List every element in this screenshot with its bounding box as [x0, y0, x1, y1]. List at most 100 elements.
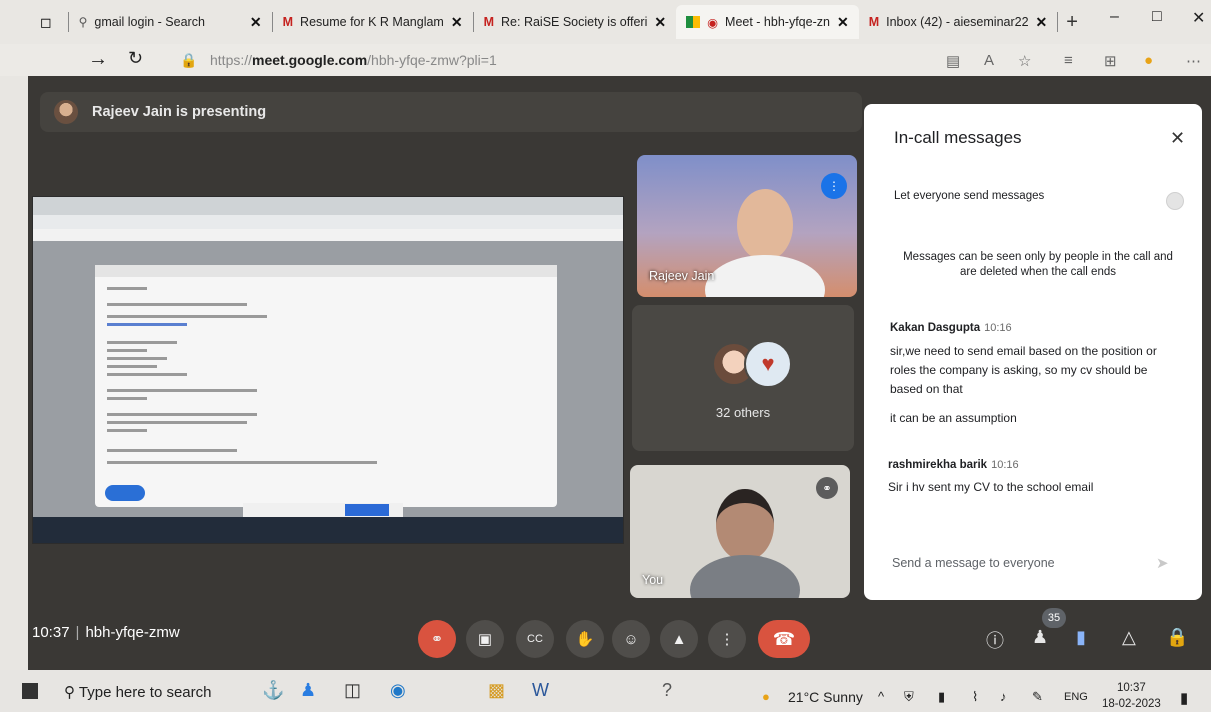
word-icon[interactable]: W	[532, 680, 549, 701]
recording-icon: ◉	[707, 15, 719, 30]
network-icon[interactable]: ⌇	[972, 689, 978, 705]
info-icon[interactable]: ⓘ	[986, 627, 1004, 653]
reload-icon[interactable]: ↻	[128, 48, 143, 69]
chat-message-input[interactable]: Send a message to everyone	[892, 556, 1055, 570]
read-aloud-icon[interactable]: A	[984, 52, 994, 69]
file-explorer-icon[interactable]: ▩	[488, 680, 505, 701]
compose-header	[95, 265, 557, 277]
tab-meet[interactable]: ◉ Meet - hbh-yfqe-zn ✕	[676, 5, 859, 39]
captions-button[interactable]: CC	[516, 620, 554, 658]
mic-off-button[interactable]: ⚭	[418, 620, 456, 658]
tab-raise[interactable]: M Re: RaiSE Society is offeri ✕	[474, 5, 677, 39]
compose-line	[107, 397, 147, 400]
people-icon[interactable]: ♟	[1032, 627, 1048, 648]
shared-browser-tabs	[33, 197, 623, 215]
taskbar-search[interactable]: ⚲ Type here to search	[64, 683, 211, 701]
volume-icon[interactable]: ♪	[1000, 689, 1007, 704]
collections-icon[interactable]: ⊞	[1104, 52, 1117, 70]
tab-gmail-search[interactable]: ⚲ gmail login - Search ✕	[69, 5, 272, 39]
camera-permission-icon[interactable]: ▤	[946, 52, 960, 70]
pen-icon[interactable]: ✎	[1032, 689, 1043, 705]
close-window-icon[interactable]: ✕	[1192, 8, 1205, 28]
search-icon: ⚲	[78, 15, 88, 29]
help-icon[interactable]: ?	[662, 680, 672, 701]
close-tab-icon[interactable]: ✕	[837, 14, 849, 31]
search-highlight-icon[interactable]: ⚓	[262, 680, 284, 701]
lock-icon[interactable]: 🔒	[180, 52, 197, 69]
camera-button[interactable]: ▣	[466, 620, 504, 658]
weather-text[interactable]: 21°C Sunny	[788, 689, 863, 705]
url-field[interactable]: https://meet.google.com/hbh-yfqe-zmw?pli…	[210, 52, 497, 68]
tile-you[interactable]: ⚭ You	[630, 465, 850, 598]
presenting-text: Rajeev Jain is presenting	[92, 104, 267, 120]
message-sender: rashmirekha barik 10:16	[888, 459, 1019, 471]
reactions-button[interactable]: ☺	[612, 620, 650, 658]
url-prefix: https://	[210, 52, 253, 68]
window-menu-icon[interactable]: ◻	[40, 14, 52, 31]
search-icon: ⚲	[64, 684, 75, 701]
present-button[interactable]: ▲	[660, 620, 698, 658]
restore-icon[interactable]: □	[1152, 8, 1162, 26]
others-count: 32 others	[715, 405, 771, 420]
separator: |	[75, 624, 80, 641]
browser-tab-bar: ◻ ⚲ gmail login - Search ✕ M Resume for …	[0, 0, 1211, 44]
tab-resume[interactable]: M Resume for K R Manglam ✕	[273, 5, 473, 39]
send-messages-toggle[interactable]	[1166, 192, 1184, 210]
meeting-code: hbh-yfqe-zmw	[85, 624, 180, 641]
new-tab-button[interactable]: +	[1066, 11, 1078, 34]
tab-title: gmail login - Search	[94, 15, 205, 29]
message-time: 10:16	[991, 459, 1019, 471]
show-hidden-icons[interactable]: ^	[878, 689, 884, 704]
message-text: sir,we need to send email based on the p…	[890, 344, 1157, 396]
meet-icon	[686, 16, 701, 28]
shared-address-bar	[33, 215, 623, 229]
presenting-banner: Rajeev Jain is presenting	[40, 92, 862, 132]
profile-icon[interactable]: ●	[1144, 52, 1153, 69]
notifications-icon[interactable]: ▮	[1180, 689, 1188, 707]
minimize-icon[interactable]: –	[1110, 8, 1119, 26]
favorites-icon[interactable]: ≡	[1064, 52, 1073, 69]
forward-icon[interactable]: →	[88, 48, 108, 71]
close-tab-icon[interactable]: ✕	[451, 14, 463, 31]
start-icon[interactable]	[22, 683, 38, 699]
taskbar-clock[interactable]: 10:37 18-02-2023	[1102, 680, 1161, 712]
host-controls-icon[interactable]: 🔒	[1166, 627, 1188, 648]
meeting-info: 10:37 | hbh-yfqe-zmw	[32, 624, 180, 641]
sender-name: Kakan Dasgupta	[890, 322, 981, 334]
language-indicator[interactable]: ENG	[1064, 691, 1088, 703]
task-view-icon[interactable]: ◫	[344, 680, 361, 701]
shared-send-button	[105, 485, 145, 501]
tab-title: Re: RaiSE Society is offeri	[501, 15, 648, 29]
compose-line	[107, 315, 267, 318]
compose-line	[107, 365, 157, 368]
edge-icon[interactable]: ◉	[390, 680, 406, 701]
chat-icon[interactable]: ▮	[1076, 627, 1086, 648]
more-options-button[interactable]: ⋮	[708, 620, 746, 658]
close-tab-icon[interactable]: ✕	[1036, 14, 1048, 31]
tile-rajeev-jain[interactable]: ⋮ Rajeev Jain	[637, 155, 857, 297]
clock-date: 18-02-2023	[1102, 698, 1161, 710]
more-icon[interactable]: ⋯	[1186, 52, 1201, 70]
favorite-icon[interactable]: ☆	[1018, 52, 1031, 70]
message-time: 10:16	[984, 322, 1012, 334]
battery-icon[interactable]: ▮	[938, 689, 945, 705]
participant-face	[737, 189, 793, 261]
tile-others[interactable]: ♥ 32 others	[632, 305, 854, 451]
toggle-label: Let everyone send messages	[894, 190, 1045, 202]
activities-icon[interactable]: △	[1122, 627, 1136, 648]
close-tab-icon[interactable]: ✕	[654, 14, 666, 31]
tab-divider	[1057, 12, 1059, 32]
chat-notice: Messages can be seen only by people in t…	[903, 251, 1173, 278]
compose-line	[107, 449, 237, 452]
tab-inbox[interactable]: M Inbox (42) - aieseminar22 ✕	[859, 5, 1058, 39]
close-chat-icon[interactable]: ✕	[1170, 128, 1185, 149]
leave-call-button[interactable]: ☎	[758, 620, 810, 658]
shared-taskbar	[33, 517, 623, 543]
send-icon[interactable]: ➤	[1156, 554, 1169, 572]
raise-hand-button[interactable]: ✋	[566, 620, 604, 658]
shared-compose-window	[95, 265, 557, 507]
participant-shirt	[690, 555, 800, 598]
close-tab-icon[interactable]: ✕	[250, 14, 262, 31]
security-icon[interactable]: ⛨	[904, 689, 914, 705]
gmail-icon: M	[483, 15, 495, 29]
